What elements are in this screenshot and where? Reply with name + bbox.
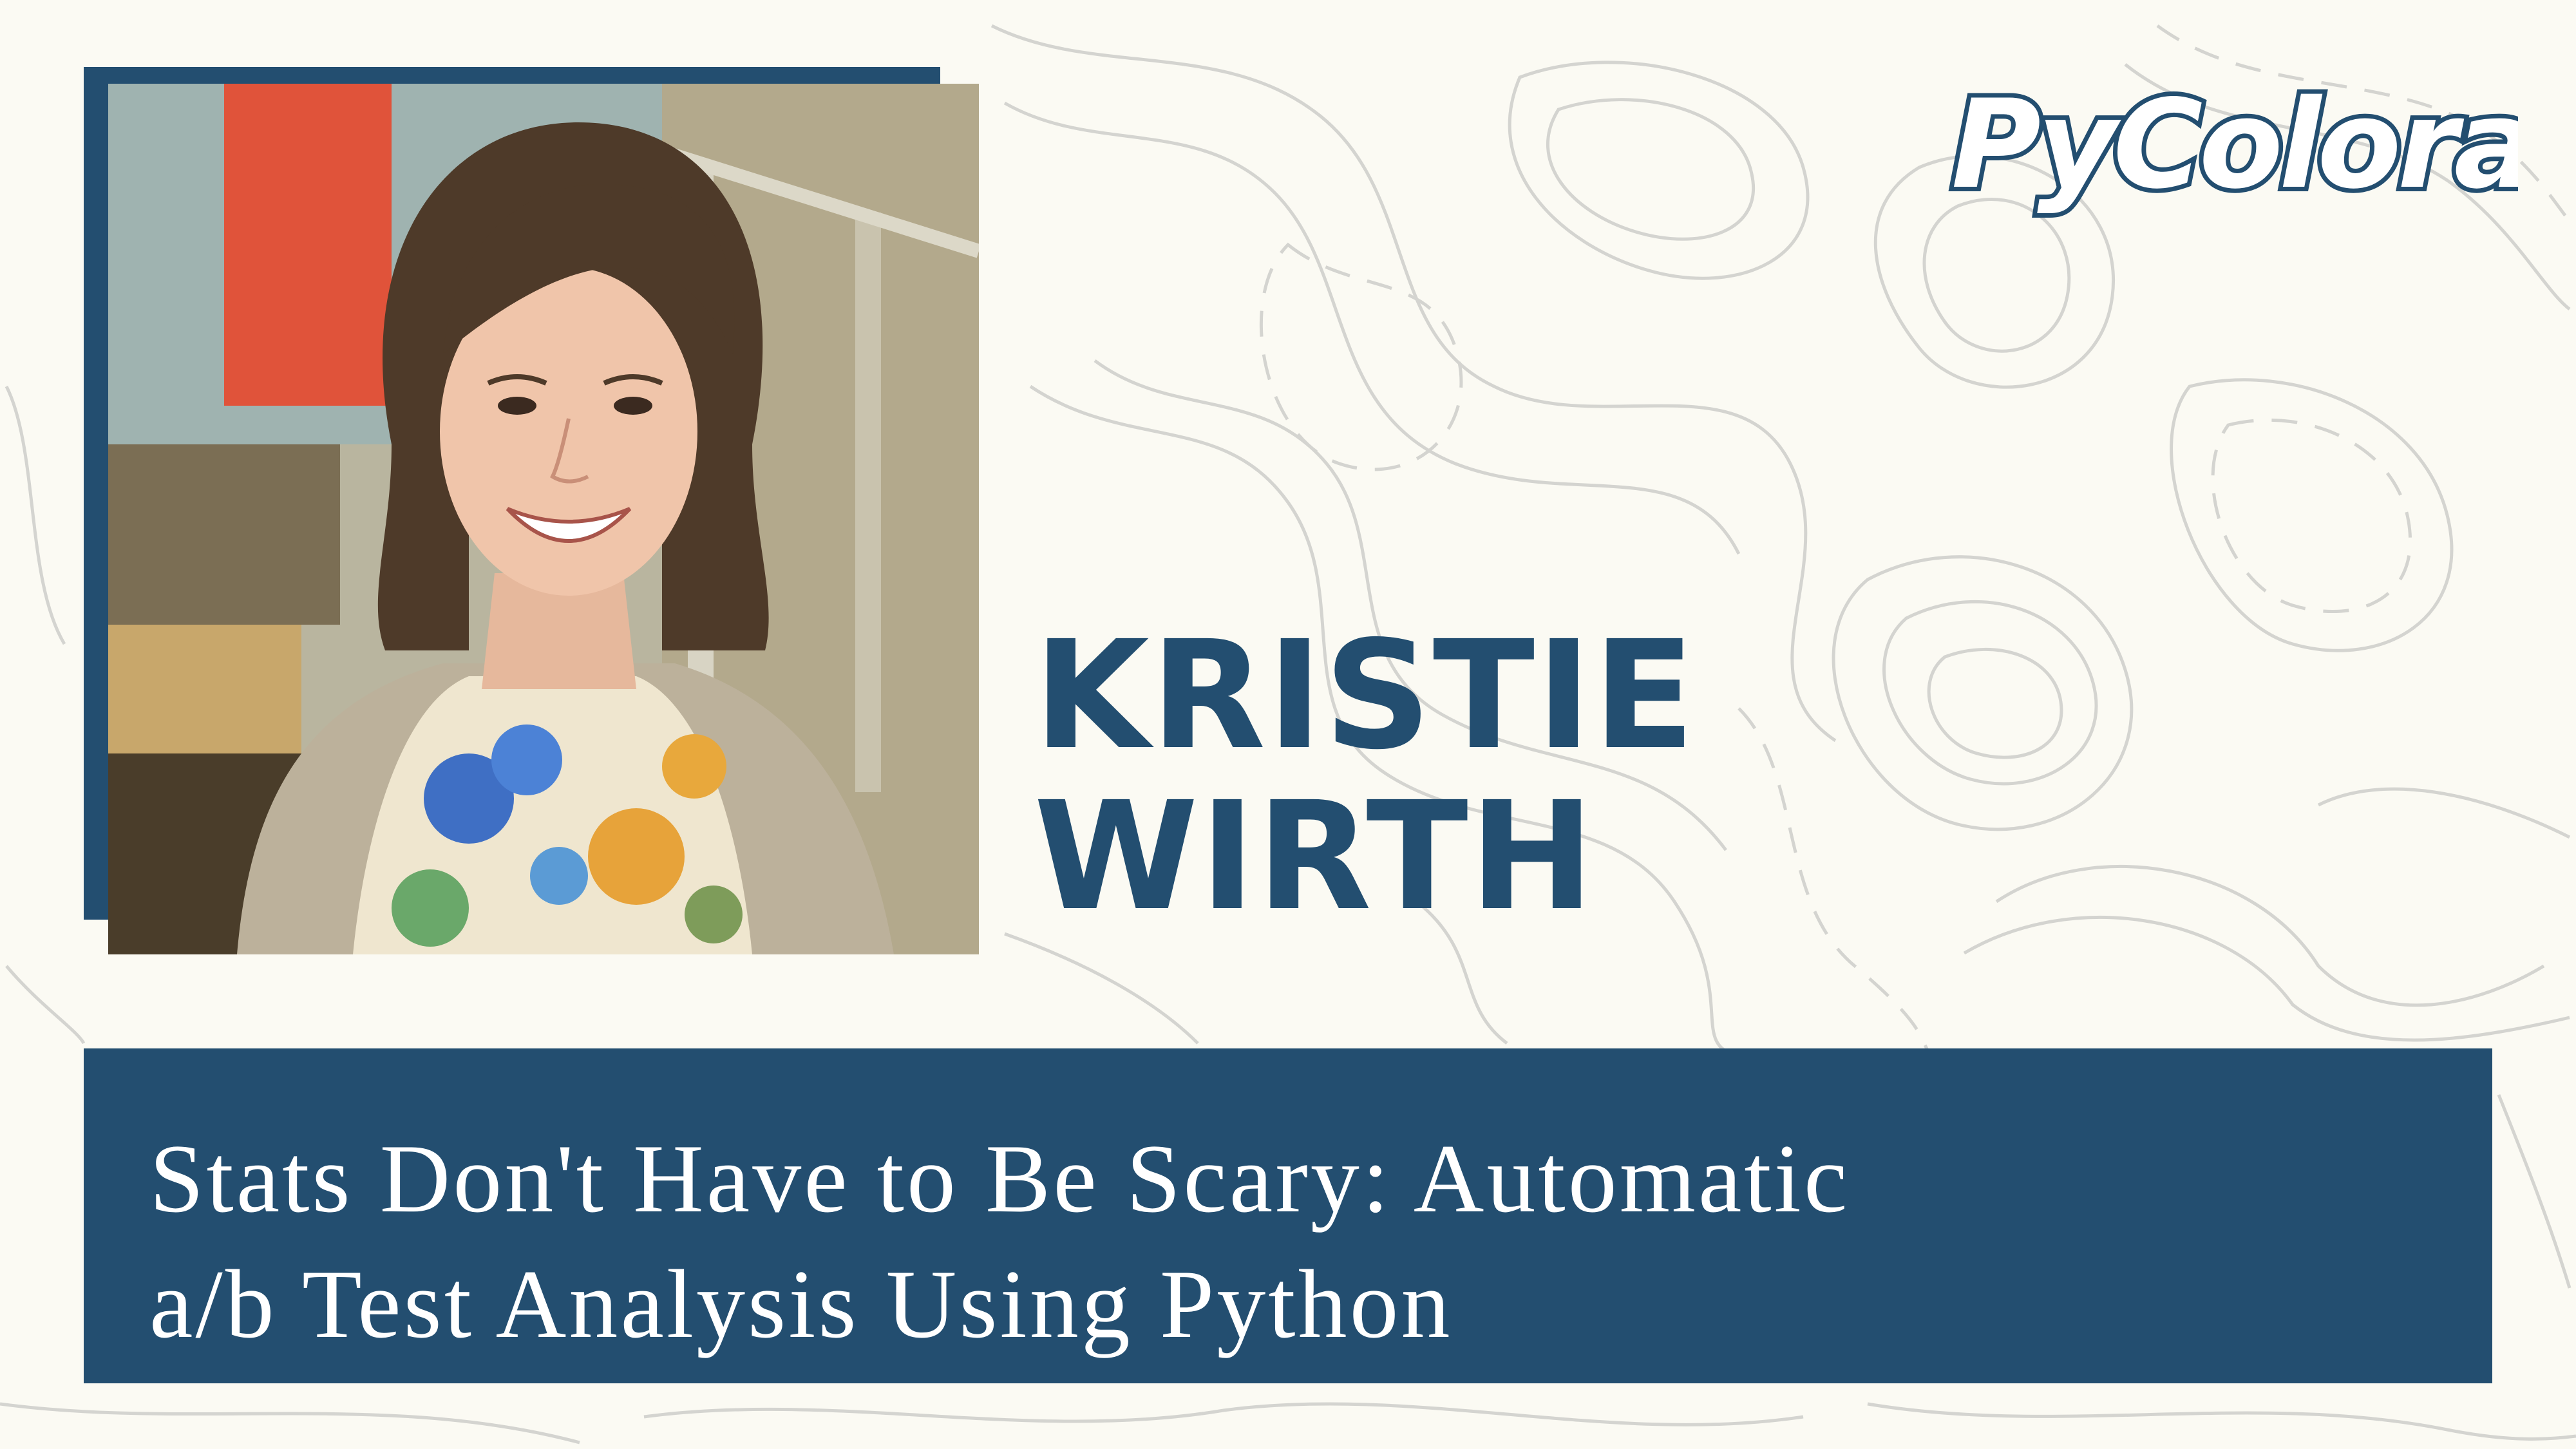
talk-title: Stats Don't Have to Be Scary: Automatic … — [149, 1116, 2492, 1367]
talk-title-line-1: Stats Don't Have to Be Scary: Automatic — [149, 1124, 1850, 1233]
talk-title-banner: Stats Don't Have to Be Scary: Automatic … — [84, 1048, 2492, 1383]
pycolorado-logo: PyColorado — [1947, 69, 2518, 220]
talk-title-line-2: a/b Test Analysis Using Python — [149, 1250, 1453, 1358]
svg-text:PyColorado: PyColorado — [1951, 73, 2518, 216]
speaker-last-name: WIRTH — [1034, 770, 1596, 943]
speaker-name: KRISTIE WIRTH — [1034, 615, 1696, 937]
speaker-first-name: KRISTIE — [1034, 609, 1696, 782]
speaker-photo — [108, 84, 979, 954]
